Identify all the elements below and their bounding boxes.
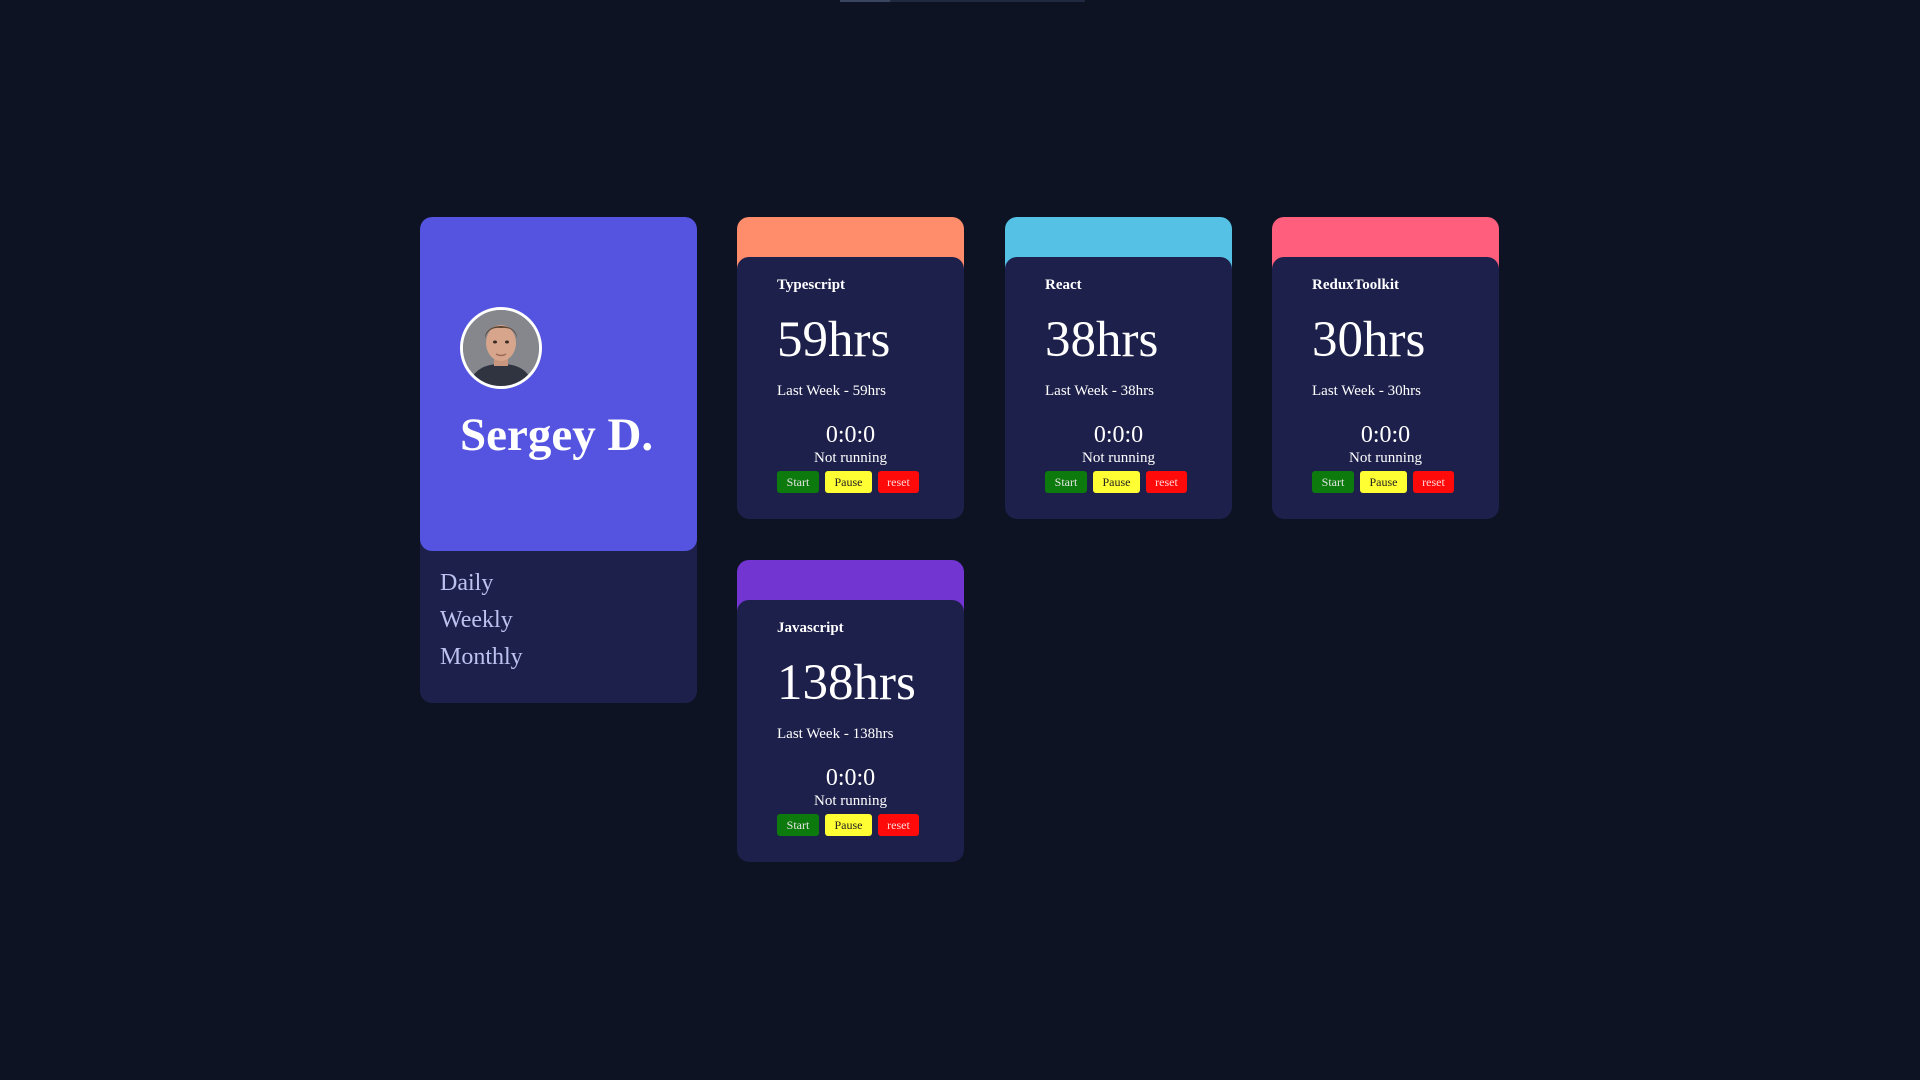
- card-last-week: Last Week - 38hrs: [1045, 383, 1154, 399]
- card-timer: 0:0:0: [1360, 422, 1411, 448]
- avatar: [460, 307, 542, 389]
- card-body: Javascript 138hrs Last Week - 138hrs 0:0…: [737, 600, 964, 862]
- card-timer: 0:0:0: [1093, 422, 1144, 448]
- card-title: React: [1045, 277, 1082, 293]
- card-timer: 0:0:0: [825, 765, 876, 791]
- card-body: ReduxToolkit 30hrs Last Week - 30hrs 0:0…: [1272, 257, 1499, 519]
- reset-button[interactable]: reset: [878, 471, 919, 493]
- card-timer-status: Not running: [814, 793, 887, 809]
- activity-card-javascript: Javascript 138hrs Last Week - 138hrs 0:0…: [737, 560, 964, 862]
- activity-card-typescript: Typescript 59hrs Last Week - 59hrs 0:0:0…: [737, 217, 964, 519]
- reset-button[interactable]: reset: [1146, 471, 1187, 493]
- period-selector: Daily Weekly Monthly: [440, 565, 523, 676]
- start-button[interactable]: Start: [777, 814, 819, 836]
- reset-button[interactable]: reset: [1413, 471, 1454, 493]
- card-hours: 30hrs: [1312, 312, 1426, 368]
- card-timer-controls: Start Pause reset: [777, 471, 919, 493]
- profile-header: Sergey D.: [420, 217, 697, 551]
- card-hours: 138hrs: [777, 655, 916, 711]
- start-button[interactable]: Start: [1045, 471, 1087, 493]
- pause-button[interactable]: Pause: [1360, 471, 1407, 493]
- period-daily[interactable]: Daily: [440, 565, 523, 602]
- profile-name: Sergey D.: [460, 409, 654, 461]
- card-hours: 59hrs: [777, 312, 891, 368]
- card-last-week: Last Week - 30hrs: [1312, 383, 1421, 399]
- card-body: Typescript 59hrs Last Week - 59hrs 0:0:0…: [737, 257, 964, 519]
- start-button[interactable]: Start: [777, 471, 819, 493]
- pause-button[interactable]: Pause: [1093, 471, 1140, 493]
- card-title: Typescript: [777, 277, 846, 293]
- card-title: Javascript: [777, 620, 844, 636]
- activity-card-react: React 38hrs Last Week - 38hrs 0:0:0 Not …: [1005, 217, 1232, 519]
- profile-card: Sergey D. Daily Weekly Monthly: [420, 217, 697, 703]
- card-timer-status: Not running: [1082, 450, 1155, 466]
- top-scroll-indicator: [840, 0, 1085, 2]
- card-body: React 38hrs Last Week - 38hrs 0:0:0 Not …: [1005, 257, 1232, 519]
- card-timer-status: Not running: [1349, 450, 1422, 466]
- pause-button[interactable]: Pause: [825, 471, 872, 493]
- card-hours: 38hrs: [1045, 312, 1159, 368]
- card-timer-controls: Start Pause reset: [777, 814, 919, 836]
- card-timer-status: Not running: [814, 450, 887, 466]
- card-last-week: Last Week - 59hrs: [777, 383, 886, 399]
- card-timer: 0:0:0: [825, 422, 876, 448]
- period-monthly[interactable]: Monthly: [440, 639, 523, 676]
- card-timer-controls: Start Pause reset: [1312, 471, 1454, 493]
- activity-card-reduxtoolkit: ReduxToolkit 30hrs Last Week - 30hrs 0:0…: [1272, 217, 1499, 519]
- card-title: ReduxToolkit: [1312, 277, 1399, 293]
- card-last-week: Last Week - 138hrs: [777, 726, 894, 742]
- card-timer-controls: Start Pause reset: [1045, 471, 1187, 493]
- start-button[interactable]: Start: [1312, 471, 1354, 493]
- reset-button[interactable]: reset: [878, 814, 919, 836]
- pause-button[interactable]: Pause: [825, 814, 872, 836]
- period-weekly[interactable]: Weekly: [440, 602, 523, 639]
